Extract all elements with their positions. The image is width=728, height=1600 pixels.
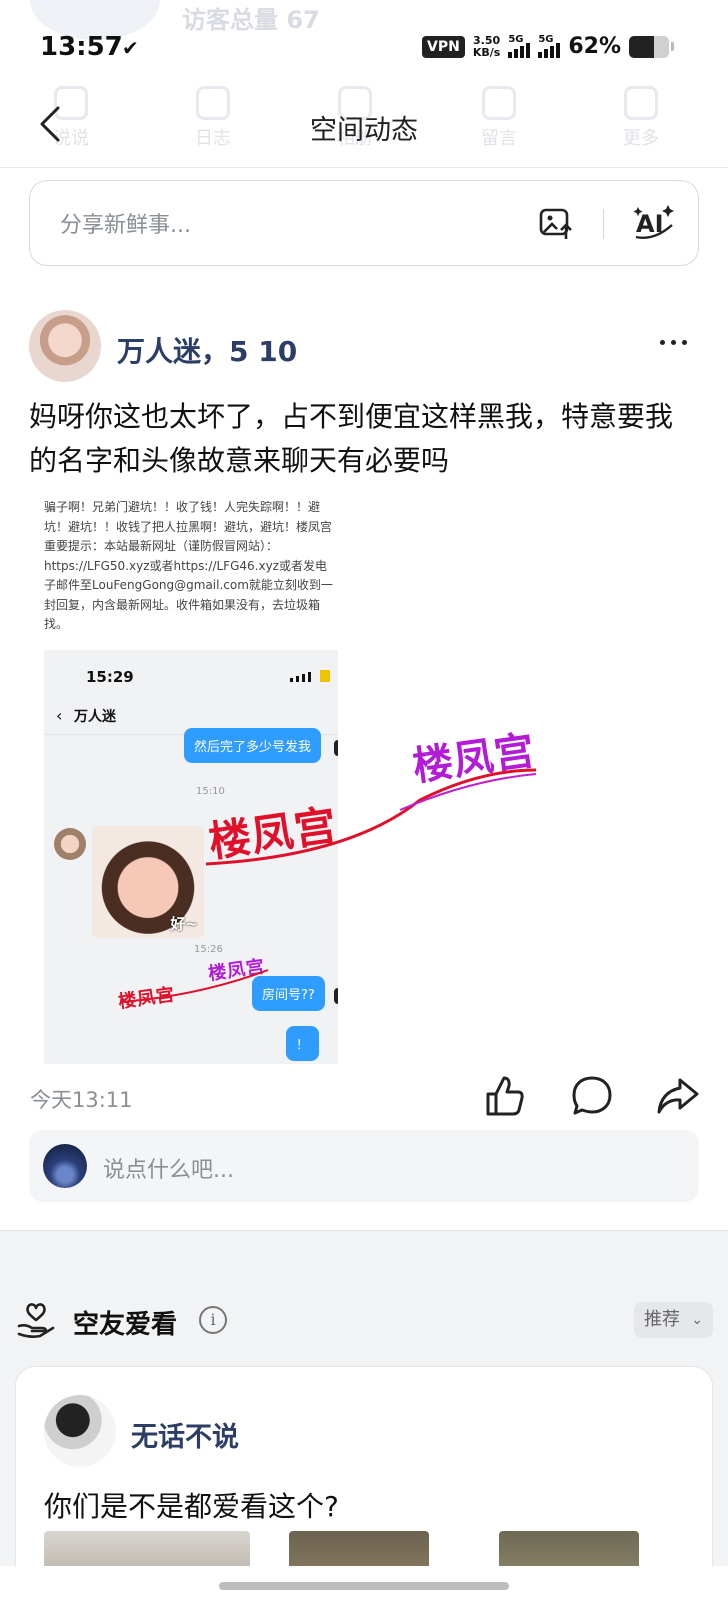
- more-options-icon[interactable]: [660, 340, 687, 345]
- card-author-name[interactable]: 无话不说: [131, 1415, 239, 1454]
- my-avatar: [43, 1144, 87, 1188]
- recommend-card[interactable]: 无话不说 你们是不是都爱看这个?: [15, 1366, 713, 1600]
- recommend-title: 空友爱看: [73, 1310, 178, 1340]
- post-timestamp: 今天13:11: [30, 1088, 133, 1112]
- heart-hand-icon: [17, 1303, 55, 1338]
- sort-dropdown[interactable]: 推荐 ⌄: [634, 1302, 713, 1338]
- home-indicator[interactable]: [0, 1566, 728, 1600]
- like-icon[interactable]: [482, 1074, 526, 1118]
- shot-signal-icon: [290, 670, 330, 682]
- watermark-swoosh: [205, 768, 537, 866]
- comment-input[interactable]: 说点什么吧...: [29, 1130, 699, 1202]
- shot-timestamp-2: 15:26: [194, 944, 223, 955]
- battery-icon: [629, 35, 669, 58]
- network-speed: 3.50 KB/s: [472, 33, 501, 59]
- comment-icon[interactable]: [570, 1074, 614, 1118]
- page-title: 空间动态: [310, 115, 418, 146]
- status-bar: 13:57 ✔ VPN 3.50 KB/s 5G 5G 62%: [0, 28, 728, 68]
- shot-watermark-swoosh: [119, 969, 269, 1003]
- post-image-notice-text: 骗子啊！兄弟门避坑！！收了钱！人完失踪啊！！避坑！避坑！！收钱了把人拉黑啊！避坑…: [44, 500, 333, 631]
- battery-percent: 62%: [568, 34, 621, 59]
- shot-contact-avatar: [54, 828, 86, 860]
- shot-back-icon: ‹: [56, 706, 63, 725]
- shot-contact-name: 万人迷: [74, 709, 116, 725]
- composer-divider: [603, 209, 604, 239]
- chevron-down-icon: ⌄: [691, 1312, 703, 1328]
- post-composer[interactable]: 分享新鲜事... AI: [29, 180, 699, 266]
- status-time: 13:57: [40, 32, 123, 62]
- check-icon: ✔: [122, 36, 139, 60]
- signal-icon-1: 5G: [508, 34, 531, 58]
- post-author-avatar[interactable]: [29, 310, 101, 382]
- composer-placeholder: 分享新鲜事...: [60, 213, 191, 238]
- shot-status-time: 15:29: [86, 668, 134, 686]
- card-text: 你们是不是都爱看这个?: [44, 1490, 339, 1523]
- shot-sticker-image: 好~: [92, 826, 204, 938]
- info-icon[interactable]: i: [199, 1306, 227, 1334]
- shot-bubble-1: 然后完了多少号发我: [184, 728, 322, 763]
- post-author-name[interactable]: 万人迷，5 10: [117, 330, 297, 370]
- post-text: 妈呀你这也太坏了，占不到便宜这样黑我，特意要我的名字和头像故意来聊天有必要吗: [29, 400, 674, 477]
- ai-magic-icon[interactable]: AI: [632, 201, 676, 241]
- vpn-badge: VPN: [422, 35, 465, 58]
- nav-bar: 空间动态: [0, 92, 728, 168]
- signal-icon-2: 5G: [538, 34, 561, 58]
- card-author-avatar[interactable]: [44, 1395, 116, 1467]
- share-icon[interactable]: [656, 1074, 700, 1118]
- comment-placeholder: 说点什么吧...: [103, 1158, 234, 1183]
- shot-bubble-3: ！: [286, 1026, 320, 1061]
- image-upload-icon[interactable]: [538, 205, 574, 241]
